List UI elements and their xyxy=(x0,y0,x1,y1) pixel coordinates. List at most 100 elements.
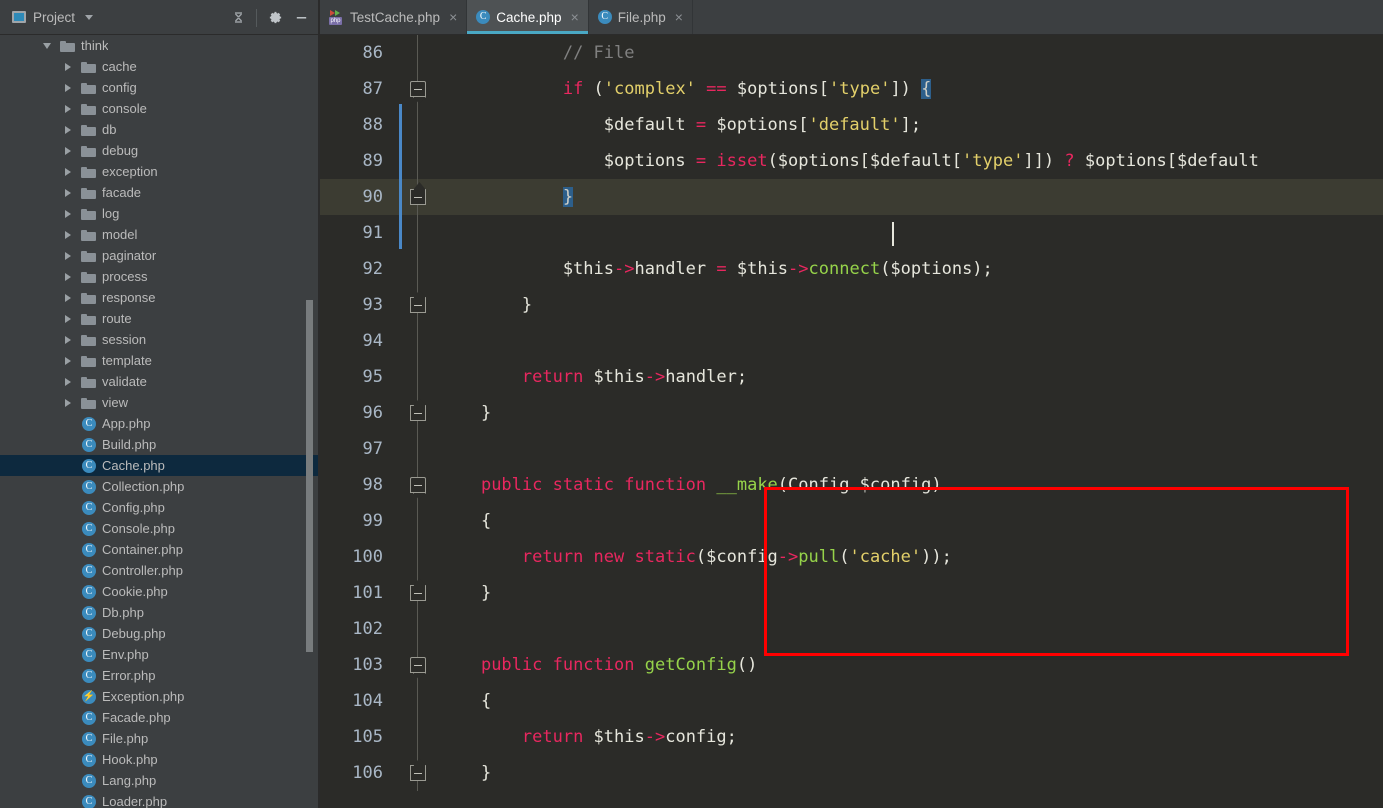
fold-gutter[interactable] xyxy=(392,611,432,647)
tree-item[interactable]: C Facade.php xyxy=(0,707,320,728)
fold-region-start-icon[interactable] xyxy=(410,657,426,673)
fold-region-end-icon[interactable] xyxy=(410,765,426,781)
code-line[interactable]: 97 xyxy=(320,431,1383,467)
tree-item[interactable]: template xyxy=(0,350,320,371)
fold-region-end-icon[interactable] xyxy=(410,585,426,601)
fold-gutter[interactable] xyxy=(392,143,432,179)
fold-region-end-icon[interactable] xyxy=(410,297,426,313)
tree-item[interactable]: C Debug.php xyxy=(0,623,320,644)
tree-item[interactable]: console xyxy=(0,98,320,119)
fold-gutter[interactable] xyxy=(392,539,432,575)
chevron-right-icon[interactable] xyxy=(61,377,74,386)
chevron-right-icon[interactable] xyxy=(61,146,74,155)
tree-item[interactable]: C Console.php xyxy=(0,518,320,539)
tree-item[interactable]: config xyxy=(0,77,320,98)
tree-item[interactable]: view xyxy=(0,392,320,413)
code-line[interactable]: 101 } xyxy=(320,575,1383,611)
tree-item[interactable]: db xyxy=(0,119,320,140)
chevron-right-icon[interactable] xyxy=(61,398,74,407)
tree-item[interactable]: C Cache.php xyxy=(0,455,320,476)
tree-item[interactable]: C Loader.php xyxy=(0,791,320,808)
chevron-down-icon[interactable] xyxy=(40,42,53,49)
collapse-all-icon[interactable] xyxy=(225,5,251,31)
fold-gutter[interactable] xyxy=(392,683,432,719)
project-title-group[interactable]: Project xyxy=(0,10,94,25)
chevron-right-icon[interactable] xyxy=(61,209,74,218)
fold-gutter[interactable] xyxy=(392,719,432,755)
chevron-right-icon[interactable] xyxy=(61,272,74,281)
code-line[interactable]: 92 $this->handler = $this->connect($opti… xyxy=(320,251,1383,287)
code-line[interactable]: 100 return new static($config->pull('cac… xyxy=(320,539,1383,575)
fold-gutter[interactable] xyxy=(392,107,432,143)
tree-item[interactable]: session xyxy=(0,329,320,350)
chevron-right-icon[interactable] xyxy=(61,251,74,260)
tree-item[interactable]: C Config.php xyxy=(0,497,320,518)
code-line[interactable]: 95 return $this->handler; xyxy=(320,359,1383,395)
tree-item[interactable]: cache xyxy=(0,56,320,77)
fold-gutter[interactable] xyxy=(392,35,432,71)
chevron-right-icon[interactable] xyxy=(61,293,74,302)
tree-item[interactable]: C File.php xyxy=(0,728,320,749)
code-line[interactable]: 88 $default = $options['default']; xyxy=(320,107,1383,143)
chevron-down-icon[interactable] xyxy=(85,14,94,20)
code-line[interactable]: 106 } xyxy=(320,755,1383,791)
tree-item[interactable]: C Build.php xyxy=(0,434,320,455)
tree-item[interactable]: C Container.php xyxy=(0,539,320,560)
project-file-tree[interactable]: think cache config console db debug exception f… xyxy=(0,35,320,808)
tree-item[interactable]: C Cookie.php xyxy=(0,581,320,602)
tree-item[interactable]: process xyxy=(0,266,320,287)
gear-icon[interactable] xyxy=(262,5,288,31)
fold-region-start-icon[interactable] xyxy=(410,477,426,493)
tree-item[interactable]: C Db.php xyxy=(0,602,320,623)
chevron-right-icon[interactable] xyxy=(61,188,74,197)
tree-item[interactable]: C Controller.php xyxy=(0,560,320,581)
code-line[interactable]: 89 $options = isset($options[$default['t… xyxy=(320,143,1383,179)
code-line[interactable]: 105 return $this->config; xyxy=(320,719,1383,755)
editor-tab[interactable]: C Cache.php × xyxy=(467,0,589,34)
code-line[interactable]: 91 xyxy=(320,215,1383,251)
fold-gutter[interactable] xyxy=(392,359,432,395)
fold-region-start-icon[interactable] xyxy=(410,81,426,97)
fold-gutter[interactable] xyxy=(392,503,432,539)
chevron-right-icon[interactable] xyxy=(61,335,74,344)
fold-gutter[interactable] xyxy=(392,215,432,251)
code-line[interactable]: 104 { xyxy=(320,683,1383,719)
tree-item[interactable]: C Lang.php xyxy=(0,770,320,791)
fold-region-end-icon[interactable] xyxy=(410,189,426,205)
code-editor[interactable]: 86 // File 87 if ('complex' == $options['… xyxy=(320,35,1383,808)
project-panel-scrollbar[interactable] xyxy=(306,300,313,652)
tree-item[interactable]: validate xyxy=(0,371,320,392)
code-line[interactable]: 99 { xyxy=(320,503,1383,539)
fold-gutter[interactable] xyxy=(392,251,432,287)
tree-item[interactable]: facade xyxy=(0,182,320,203)
tree-item[interactable]: model xyxy=(0,224,320,245)
close-icon[interactable]: × xyxy=(571,9,579,25)
code-line[interactable]: 98 public static function __make(Config … xyxy=(320,467,1383,503)
chevron-right-icon[interactable] xyxy=(61,104,74,113)
close-icon[interactable]: × xyxy=(675,9,683,25)
code-line[interactable]: 87 if ('complex' == $options['type']) { xyxy=(320,71,1383,107)
tree-item[interactable]: response xyxy=(0,287,320,308)
tree-item[interactable]: C App.php xyxy=(0,413,320,434)
fold-region-end-icon[interactable] xyxy=(410,405,426,421)
code-line[interactable]: 102 xyxy=(320,611,1383,647)
close-icon[interactable]: × xyxy=(449,9,457,25)
tree-item[interactable]: C Hook.php xyxy=(0,749,320,770)
tree-item[interactable]: C Error.php xyxy=(0,665,320,686)
chevron-right-icon[interactable] xyxy=(61,230,74,239)
code-line[interactable]: 93 } xyxy=(320,287,1383,323)
chevron-right-icon[interactable] xyxy=(61,62,74,71)
fold-gutter[interactable] xyxy=(392,323,432,359)
chevron-right-icon[interactable] xyxy=(61,167,74,176)
tree-item[interactable]: C Env.php xyxy=(0,644,320,665)
editor-tab[interactable]: php TestCache.php × xyxy=(320,0,468,34)
tree-item[interactable]: paginator xyxy=(0,245,320,266)
chevron-right-icon[interactable] xyxy=(61,356,74,365)
tree-item[interactable]: route xyxy=(0,308,320,329)
code-line[interactable]: 96 } xyxy=(320,395,1383,431)
chevron-right-icon[interactable] xyxy=(61,83,74,92)
code-line[interactable]: 94 xyxy=(320,323,1383,359)
minimize-icon[interactable] xyxy=(288,5,314,31)
chevron-right-icon[interactable] xyxy=(61,314,74,323)
tree-item[interactable]: ⚡ Exception.php xyxy=(0,686,320,707)
